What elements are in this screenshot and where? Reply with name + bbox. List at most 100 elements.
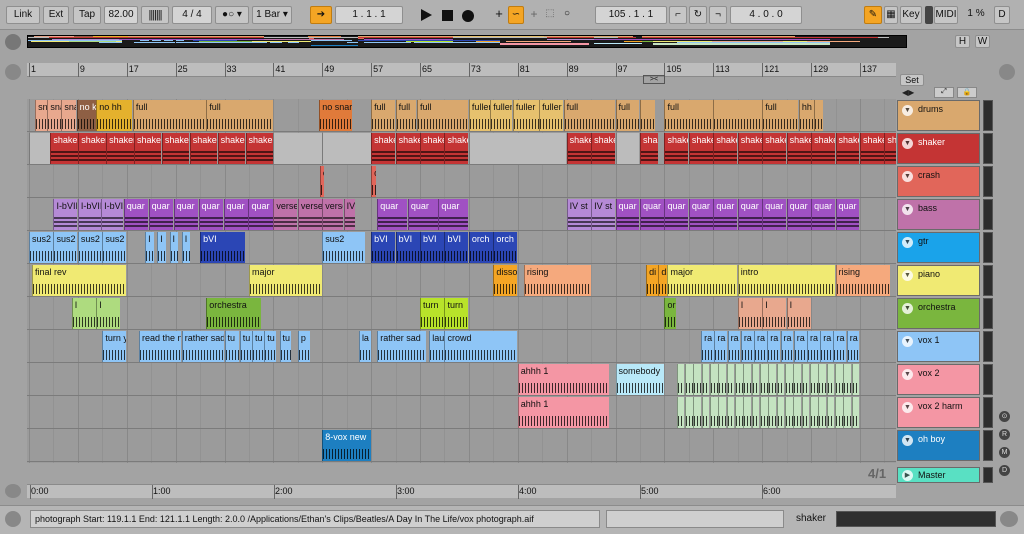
reenable-automation-icon[interactable]: +: [527, 6, 541, 24]
fold-arrow-icon[interactable]: ▼: [902, 303, 913, 314]
clip[interactable]: ra: [780, 331, 794, 362]
clip[interactable]: [743, 364, 752, 395]
clip[interactable]: [709, 364, 718, 395]
fit-width-button[interactable]: W: [975, 35, 990, 48]
clip[interactable]: [826, 364, 835, 395]
clip[interactable]: verse: [273, 199, 298, 230]
detail-view-toggle-icon[interactable]: [1000, 511, 1018, 527]
clip[interactable]: tu: [279, 331, 292, 362]
fold-arrow-icon[interactable]: ▼: [902, 369, 913, 380]
clip[interactable]: [809, 397, 818, 428]
clip[interactable]: [776, 364, 785, 395]
mixer-icon[interactable]: M: [999, 447, 1010, 458]
clip[interactable]: quar: [640, 199, 664, 230]
info-view-toggle-icon[interactable]: [5, 511, 21, 527]
clip[interactable]: quar: [198, 199, 223, 230]
clip[interactable]: [843, 364, 852, 395]
clip[interactable]: quar: [173, 199, 199, 230]
fold-arrow-icon[interactable]: ▼: [902, 237, 913, 248]
device-chain-preview[interactable]: [836, 511, 996, 527]
session-record-icon[interactable]: ○: [560, 6, 574, 24]
clip[interactable]: shaker: [811, 133, 836, 164]
clip[interactable]: ahhh 1: [517, 364, 609, 395]
lock-icon[interactable]: 🔒: [957, 87, 977, 98]
clip[interactable]: tu: [224, 331, 240, 362]
overview-toggle-icon[interactable]: [5, 34, 21, 50]
clip[interactable]: [834, 397, 843, 428]
beat-time-ruler[interactable]: 1 9 17 25 33 41 49 57 65 73 81 89 97 105 113 121 129 137: [27, 63, 896, 77]
clip[interactable]: [734, 364, 743, 395]
clip[interactable]: shaker: [664, 133, 689, 164]
clip[interactable]: fuller: [512, 100, 539, 131]
clip[interactable]: [801, 364, 810, 395]
clip[interactable]: [322, 133, 371, 164]
clip[interactable]: full: [615, 100, 640, 131]
clip[interactable]: verse: [322, 199, 344, 230]
clip[interactable]: or: [664, 298, 677, 329]
clip[interactable]: [826, 397, 835, 428]
loop-brace[interactable]: ><: [643, 75, 665, 84]
clip[interactable]: di: [646, 265, 658, 296]
clip[interactable]: IV s: [343, 199, 356, 230]
clip[interactable]: I: [96, 298, 121, 329]
clip[interactable]: [818, 397, 827, 428]
clip[interactable]: full: [395, 100, 417, 131]
clip[interactable]: disso: [493, 265, 518, 296]
clip[interactable]: [29, 133, 50, 164]
loop-start-field[interactable]: 105 . 1 . 1: [595, 6, 667, 24]
clip[interactable]: [759, 397, 768, 428]
clip[interactable]: quar: [407, 199, 438, 230]
clip[interactable]: [726, 397, 735, 428]
clip[interactable]: [615, 133, 640, 164]
clip[interactable]: tu: [239, 331, 252, 362]
track-header-vox-1[interactable]: ▼ vox 1: [897, 331, 980, 362]
time-ruler[interactable]: 0:00 1:00 2:00 3:00 4:00 5:00 6:00: [27, 484, 896, 499]
clip[interactable]: shaker: [161, 133, 190, 164]
clip[interactable]: tu: [264, 331, 276, 362]
clip[interactable]: [834, 364, 843, 395]
clip[interactable]: [751, 364, 760, 395]
clip[interactable]: quar: [664, 199, 689, 230]
locator-nav-icon[interactable]: ◀▶: [902, 88, 926, 98]
clip[interactable]: full: [664, 100, 713, 131]
clip[interactable]: [273, 133, 322, 164]
clip[interactable]: ahhh 1: [517, 397, 609, 428]
clip[interactable]: shaker: [737, 133, 762, 164]
play-icon[interactable]: [421, 9, 432, 21]
clip[interactable]: quar: [438, 199, 469, 230]
clip[interactable]: [713, 100, 762, 131]
record-icon[interactable]: [462, 10, 474, 22]
clip[interactable]: bVI: [395, 232, 420, 263]
clip[interactable]: quar: [148, 199, 174, 230]
clip[interactable]: I: [169, 232, 179, 263]
fold-arrow-icon[interactable]: ▼: [902, 270, 913, 281]
follow-icon[interactable]: ➔: [310, 6, 332, 24]
track-header-drums[interactable]: ▼ drums: [897, 100, 980, 131]
draw-mode-icon[interactable]: ✎: [864, 6, 882, 24]
clip[interactable]: [718, 397, 727, 428]
tap-button[interactable]: Tap: [73, 6, 101, 24]
clip[interactable]: shaker: [444, 133, 469, 164]
clip[interactable]: read the n: [138, 331, 182, 362]
midi-map-button[interactable]: MIDI: [934, 6, 958, 24]
clip[interactable]: [784, 397, 793, 428]
clip[interactable]: shaker: [688, 133, 713, 164]
clip[interactable]: tu: [252, 331, 264, 362]
clip[interactable]: shaker: [371, 133, 396, 164]
clip[interactable]: rather sad: [377, 331, 426, 362]
clip[interactable]: turn: [444, 298, 469, 329]
clip[interactable]: intro: [737, 265, 835, 296]
clip[interactable]: shaker: [420, 133, 444, 164]
track-header-bass[interactable]: ▼ bass: [897, 199, 980, 230]
clip[interactable]: [709, 397, 718, 428]
clip[interactable]: [684, 364, 693, 395]
clip[interactable]: no snare: [319, 100, 353, 131]
expand-icon[interactable]: ⤢: [934, 87, 954, 98]
clip[interactable]: rising: [523, 265, 591, 296]
key-map-button[interactable]: Key: [900, 6, 922, 24]
clip[interactable]: bVI: [420, 232, 444, 263]
clip[interactable]: I-bVII: [53, 199, 78, 230]
clip[interactable]: bVI: [371, 232, 396, 263]
clip[interactable]: verse: [297, 199, 322, 230]
clip[interactable]: snare: [61, 100, 77, 131]
